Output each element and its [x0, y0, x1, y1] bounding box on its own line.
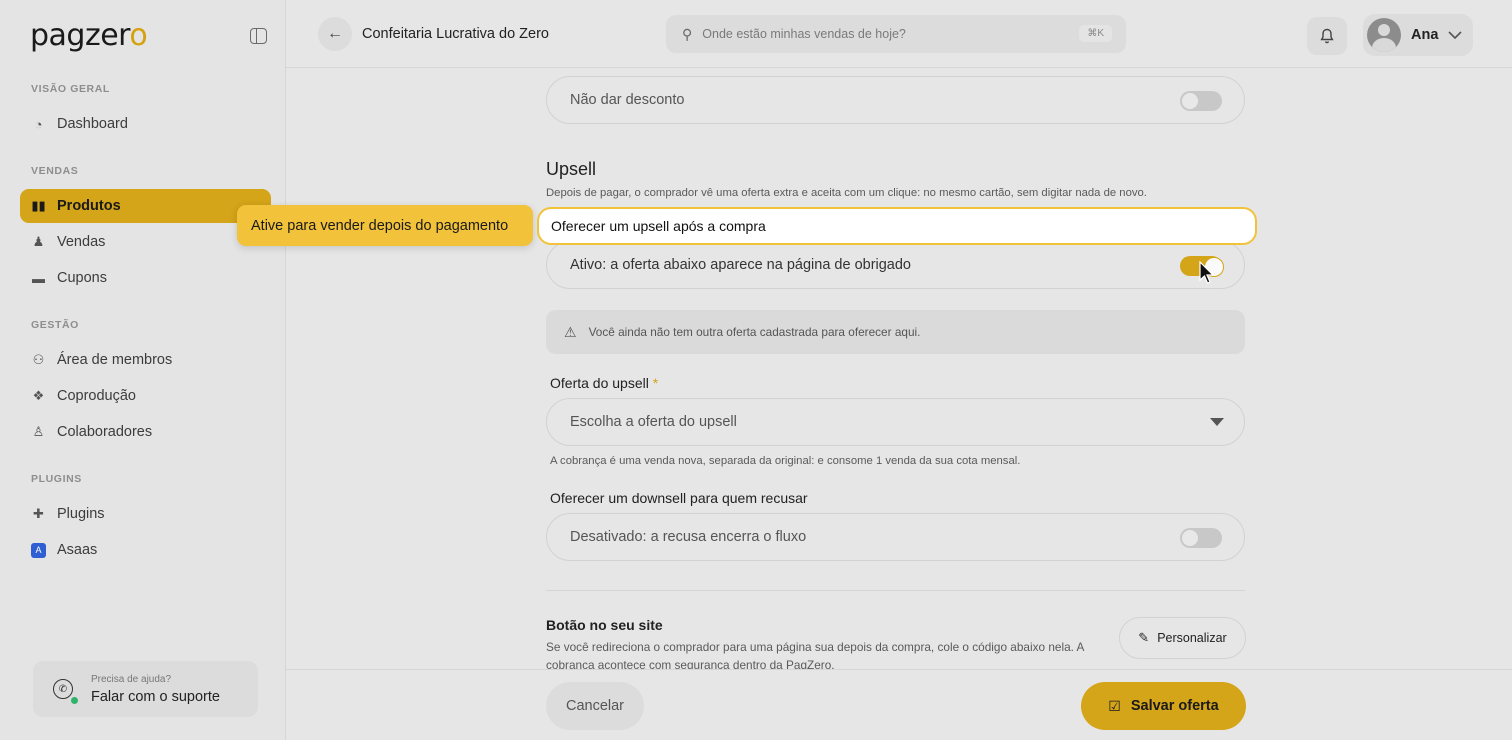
nav-section-management: GESTÃO [31, 319, 79, 331]
sidebar-item-plugins[interactable]: ✚ Plugins [20, 497, 271, 531]
personalize-button[interactable]: ✎ Personalizar [1119, 617, 1246, 659]
downsell-toggle[interactable] [1180, 528, 1222, 548]
discount-option[interactable]: Não dar desconto [546, 76, 1245, 124]
sidebar-item-products[interactable]: ▮▮ Produtos [20, 189, 271, 223]
no-offers-warning: ⚠ Você ainda não tem outra oferta cadast… [546, 310, 1245, 354]
sidebar-item-dashboard[interactable]: ◔ Dashboard [20, 107, 271, 141]
handshake-icon: ❖ [32, 388, 45, 403]
coupon-icon: ▬ [32, 270, 45, 286]
products-icon: ▮▮ [31, 198, 46, 213]
site-button-heading: Botão no seu site [546, 617, 663, 633]
puzzle-icon: ✚ [33, 506, 44, 521]
notifications-button[interactable] [1307, 17, 1347, 55]
logo[interactable]: pagzero [30, 18, 148, 53]
downsell-label: Oferecer um downsell para quem recusar [550, 490, 808, 506]
support-card[interactable]: ✆ Precisa de ajuda? Falar com o suporte [33, 661, 258, 717]
search-bar[interactable]: ⚲ ⌘K [666, 15, 1126, 53]
upsell-active-field[interactable]: Ativo: a oferta abaixo aparece na página… [546, 241, 1245, 289]
search-icon: ⚲ [682, 25, 693, 42]
nav-section-plugins: PLUGINS [31, 473, 82, 485]
sidebar-item-asaas[interactable]: A Asaas [20, 533, 271, 567]
offer-form: Não dar desconto Upsell Depois de pagar,… [286, 69, 1512, 672]
sales-icon: ♟ [32, 234, 45, 249]
user-menu[interactable]: Ana [1363, 14, 1473, 56]
sidebar-item-collaborators[interactable]: ♙ Colaboradores [20, 415, 271, 449]
sidebar-item-coproduction[interactable]: ❖ Coprodução [20, 379, 271, 413]
upsell-heading: Upsell [546, 159, 597, 179]
sidebar-collapse-icon[interactable] [250, 28, 267, 44]
bell-icon [1320, 28, 1334, 44]
warning-icon: ⚠ [564, 323, 577, 340]
caret-down-icon [1210, 418, 1224, 426]
support-hint: Precisa de ajuda? [91, 673, 172, 685]
sidebar-item-members[interactable]: ⚇ Área de membros [20, 343, 271, 377]
user-icon: ♙ [32, 424, 45, 439]
sidebar-item-coupons[interactable]: ▬ Cupons [20, 261, 271, 295]
upsell-offer-select[interactable]: Escolha a oferta do upsell [546, 398, 1245, 446]
shortcut-badge: ⌘K [1079, 25, 1112, 42]
nav-section-overview: VISÃO GERAL [31, 83, 110, 95]
upsell-description: Depois de pagar, o comprador vê uma ofer… [546, 187, 1147, 199]
form-footer: Cancelar ☑ Salvar oferta [286, 669, 1512, 740]
cancel-button[interactable]: Cancelar [546, 682, 644, 730]
online-status-dot [71, 697, 78, 704]
sidebar: pagzero VISÃO GERAL ◔ Dashboard VENDAS ▮… [0, 0, 286, 740]
search-input[interactable] [702, 27, 1063, 41]
sidebar-item-sales[interactable]: ♟ Vendas [20, 225, 271, 259]
check-circle-icon: ☑ [1108, 697, 1121, 714]
chart-pie-icon: ◔ [34, 116, 43, 132]
page-title: Confeitaria Lucrativa do Zero [362, 26, 549, 42]
topbar: ← Confeitaria Lucrativa do Zero ⚲ ⌘K Ana [286, 0, 1512, 68]
downsell-field[interactable]: Desativado: a recusa encerra o fluxo [546, 513, 1245, 561]
users-icon: ⚇ [32, 352, 45, 367]
mouse-cursor-icon [1199, 261, 1215, 284]
coachmark-tooltip: Ative para vender depois do pagamento [237, 205, 533, 246]
upsell-offer-label: Oferta do upsell * [550, 375, 659, 391]
user-name: Ana [1411, 27, 1439, 43]
divider [546, 590, 1245, 591]
whatsapp-icon: ✆ [53, 679, 78, 704]
avatar [1367, 18, 1401, 52]
chevron-down-icon [1448, 31, 1462, 39]
discount-toggle[interactable] [1180, 91, 1222, 111]
upsell-toggle-label[interactable]: Oferecer um upsell após a compra [537, 207, 1257, 245]
nav-section-sales: VENDAS [31, 165, 79, 177]
upsell-offer-hint: A cobrança é uma venda nova, separada da… [550, 455, 1021, 467]
save-offer-button[interactable]: ☑ Salvar oferta [1081, 682, 1246, 730]
pencil-icon: ✎ [1138, 630, 1150, 645]
back-button[interactable]: ← [318, 17, 352, 51]
arrow-left-icon: ← [327, 25, 343, 42]
support-link: Falar com o suporte [91, 688, 220, 705]
asaas-icon: A [31, 542, 46, 558]
